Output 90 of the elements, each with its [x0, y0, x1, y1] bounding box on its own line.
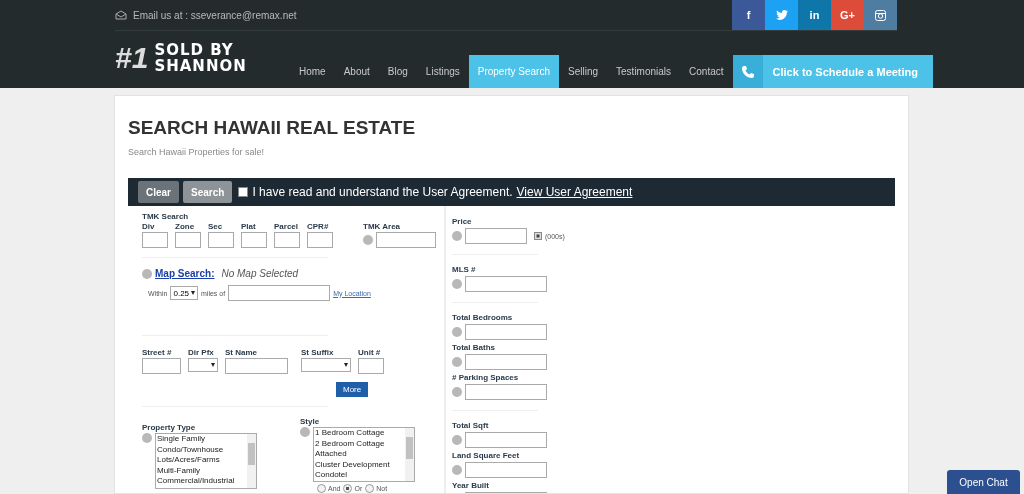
- field-label: Sec: [208, 222, 224, 232]
- agreement-checkbox[interactable]: [238, 187, 249, 197]
- radio-button[interactable]: [317, 484, 326, 493]
- social-link[interactable]: f: [732, 0, 765, 30]
- scrollbar[interactable]: [405, 428, 414, 481]
- nav-link[interactable]: Testimonials: [607, 55, 681, 88]
- social-link[interactable]: G+: [831, 0, 864, 30]
- help-icon[interactable]: [363, 235, 373, 245]
- field-label: Unit #: [358, 348, 382, 358]
- nav-link[interactable]: Contact: [680, 55, 733, 88]
- input-field[interactable]: [307, 232, 333, 248]
- social-link[interactable]: [765, 0, 798, 30]
- field-label: Plat: [241, 222, 257, 232]
- input-field[interactable]: [465, 462, 547, 478]
- input-field[interactable]: [241, 232, 267, 248]
- nav-link[interactable]: Selling: [559, 55, 608, 88]
- help-icon[interactable]: [452, 357, 462, 367]
- input-field[interactable]: [208, 232, 234, 248]
- input-field[interactable]: [465, 384, 547, 400]
- map-status-text: No Map Selected: [221, 268, 299, 279]
- location-input[interactable]: [228, 285, 331, 301]
- input-field[interactable]: [274, 232, 300, 248]
- help-icon[interactable]: [452, 465, 462, 475]
- input-field[interactable]: [358, 358, 384, 374]
- input-field[interactable]: [225, 358, 288, 374]
- page-title: SEARCH HAWAII REAL ESTATE: [128, 117, 417, 139]
- field-label: Price: [452, 217, 473, 227]
- more-button[interactable]: More: [336, 382, 369, 397]
- help-icon[interactable]: [452, 327, 462, 337]
- dropdown[interactable]: [188, 358, 218, 372]
- field-label: TMK Search: [142, 212, 190, 222]
- social-link[interactable]: [864, 0, 897, 30]
- user-agreement-link[interactable]: View User Agreement: [516, 185, 633, 199]
- input-field[interactable]: [142, 358, 181, 374]
- field-label: Property Type: [142, 423, 197, 433]
- open-chat-button[interactable]: Open Chat: [947, 470, 1020, 494]
- help-icon[interactable]: [142, 268, 152, 279]
- help-icon[interactable]: [452, 231, 462, 241]
- help-icon[interactable]: [452, 387, 462, 397]
- input-field[interactable]: [142, 232, 168, 248]
- field-label: MLS #: [452, 265, 477, 275]
- camera-icon: [875, 9, 886, 21]
- field-label: St Suffix: [301, 348, 335, 358]
- agreement-text: I have read and understand the User Agreement.: [252, 185, 513, 199]
- input-field[interactable]: [465, 354, 547, 370]
- field-label: Street #: [142, 348, 173, 358]
- field-label: Style: [300, 417, 321, 427]
- scrollbar[interactable]: [247, 434, 256, 488]
- dropdown[interactable]: [301, 358, 351, 372]
- input-field[interactable]: [465, 324, 547, 340]
- field-label: Year Built: [452, 481, 490, 491]
- toolbar-button[interactable]: Clear: [138, 181, 179, 203]
- phone-icon: [732, 55, 763, 88]
- field-label: Total Bedrooms: [452, 313, 514, 323]
- field-label: Dir Pfx: [188, 348, 215, 358]
- radio-button[interactable]: [343, 484, 353, 493]
- field-label: Total Sqft: [452, 421, 490, 431]
- field-label: Land Square Feet: [452, 451, 521, 461]
- help-icon[interactable]: [142, 433, 152, 443]
- envelope-icon: [115, 10, 127, 20]
- field-label: CPR#: [307, 222, 330, 232]
- map-search-link[interactable]: Map Search:: [155, 268, 215, 279]
- email-text: Email us at : sseverance@remax.net: [133, 9, 297, 21]
- field-label: TMK Area: [363, 222, 402, 232]
- nav-link[interactable]: About: [334, 55, 379, 88]
- input-field[interactable]: [465, 432, 547, 448]
- field-label: St Name: [225, 348, 258, 358]
- nav-link[interactable]: Blog: [378, 55, 417, 88]
- radio-button[interactable]: [365, 484, 375, 493]
- input-field[interactable]: [465, 228, 527, 244]
- property-type-listbox[interactable]: Single Family Condo/Townhouse Lots/Acres/Farms Multi-Family Commercial/Industrial: [155, 433, 257, 489]
- social-link[interactable]: in: [798, 0, 831, 30]
- field-label: Parcel: [274, 222, 300, 232]
- bird-icon: [775, 10, 788, 20]
- page-subtitle: Search Hawaii Properties for sale!: [128, 147, 266, 157]
- field-label: Zone: [175, 222, 196, 232]
- help-icon[interactable]: [300, 427, 310, 437]
- help-icon[interactable]: [452, 435, 462, 445]
- field-label: Total Baths: [452, 343, 496, 353]
- field-label: # Parking Spaces: [452, 373, 520, 383]
- input-field[interactable]: [465, 276, 547, 292]
- style-listbox[interactable]: 1 Bedroom Cottage 2 Bedroom Cottage Attached Cluster Development Condotel: [313, 427, 415, 482]
- input-field[interactable]: [376, 232, 436, 248]
- field-label: Div: [142, 222, 156, 232]
- nav-link[interactable]: Home: [290, 55, 335, 88]
- radius-select[interactable]: 0.25: [170, 286, 199, 300]
- input-field[interactable]: [175, 232, 201, 248]
- nav-link[interactable]: Listings: [416, 55, 469, 88]
- checkbox[interactable]: [534, 232, 542, 240]
- help-icon[interactable]: [452, 279, 462, 289]
